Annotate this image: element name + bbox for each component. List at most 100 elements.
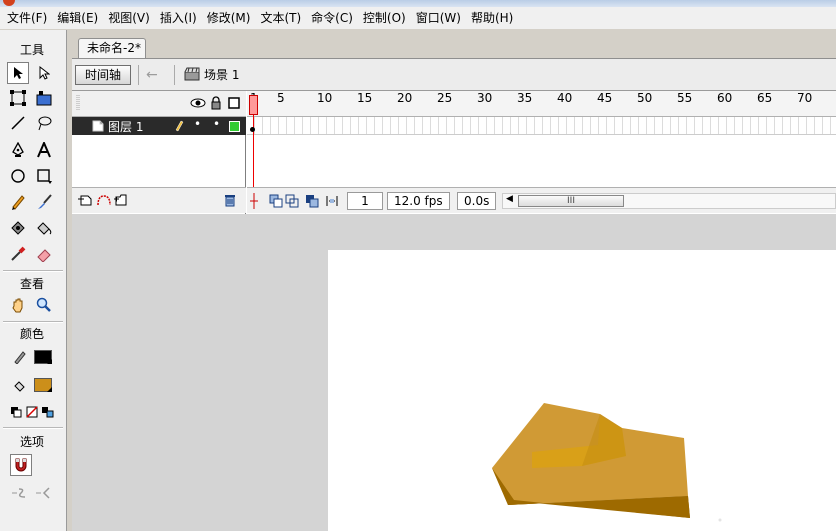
selection-tool[interactable] xyxy=(7,62,29,84)
subselection-tool[interactable] xyxy=(33,62,55,84)
swap-colors-icon xyxy=(42,407,54,418)
paint-bucket-tool[interactable] xyxy=(33,217,55,239)
ruler-tick: 70 xyxy=(797,91,813,105)
playhead[interactable] xyxy=(249,95,258,115)
fill-transform-tool[interactable] xyxy=(33,87,55,109)
magnifier-icon xyxy=(36,297,51,312)
insert-folder-icon[interactable] xyxy=(114,193,130,207)
insert-layer-icon[interactable] xyxy=(78,193,94,207)
trash-icon[interactable] xyxy=(224,193,236,207)
onion-skin-icon[interactable] xyxy=(269,194,283,208)
edit-pencil-icon xyxy=(175,120,184,132)
visibility-dot[interactable]: • xyxy=(194,117,201,131)
timeline-panel: 图层 1 • • 1 5 10 15 20 25 30 xyxy=(72,90,836,215)
menu-text[interactable]: 文本(T) xyxy=(255,7,306,29)
stroke-color-tool[interactable] xyxy=(9,346,31,368)
straighten-icon xyxy=(36,487,50,499)
frames-area[interactable]: 1 5 10 15 20 25 30 35 40 45 50 55 60 65 … xyxy=(247,91,836,215)
swap-colors-button[interactable] xyxy=(40,401,56,423)
current-frame-field[interactable]: 1 xyxy=(347,192,383,210)
frame-rate-field[interactable]: 12.0 fps xyxy=(387,192,450,210)
menu-edit[interactable]: 编辑(E) xyxy=(52,7,103,29)
modify-onion-markers-icon[interactable] xyxy=(325,194,339,208)
rectangle-tool[interactable] xyxy=(33,165,55,187)
onion-outlines-icon[interactable] xyxy=(285,194,299,208)
layer-icon xyxy=(92,120,104,132)
keyframe-dot[interactable] xyxy=(250,127,255,132)
outline-icon[interactable] xyxy=(228,97,240,109)
ruler-tick: 20 xyxy=(397,91,413,105)
lock-dot[interactable]: • xyxy=(213,117,220,131)
lock-icon[interactable] xyxy=(210,96,222,110)
menu-file[interactable]: 文件(F) xyxy=(2,7,52,29)
layers-footer xyxy=(72,187,246,213)
pasteboard[interactable] xyxy=(72,214,836,531)
line-tool[interactable] xyxy=(7,112,29,134)
menu-window[interactable]: 窗口(W) xyxy=(411,7,466,29)
menu-insert[interactable]: 插入(I) xyxy=(155,7,202,29)
oval-icon xyxy=(11,169,25,183)
elapsed-time-field: 0.0s xyxy=(457,192,497,210)
frame-row[interactable] xyxy=(247,117,836,135)
pen-tool[interactable] xyxy=(7,139,29,161)
stage-canvas[interactable] xyxy=(328,250,836,531)
magnet-icon xyxy=(15,458,27,472)
menu-modify[interactable]: 修改(M) xyxy=(202,7,256,29)
eye-icon[interactable] xyxy=(190,97,206,109)
brush-icon xyxy=(38,194,52,209)
layer-row[interactable]: 图层 1 • • xyxy=(72,117,246,135)
free-transform-tool[interactable] xyxy=(7,87,29,109)
zoom-tool[interactable] xyxy=(33,294,55,316)
default-colors-button[interactable] xyxy=(8,401,24,423)
timeline-horizontal-scrollbar[interactable]: ◀ III xyxy=(502,193,836,209)
edit-multiple-frames-icon[interactable] xyxy=(305,194,319,208)
eraser-tool[interactable] xyxy=(33,243,55,265)
lasso-tool[interactable] xyxy=(33,112,55,134)
layer-color-box-icon[interactable] xyxy=(229,121,240,132)
snap-to-objects-button[interactable] xyxy=(10,454,32,476)
hand-tool[interactable] xyxy=(7,294,29,316)
text-tool[interactable] xyxy=(33,139,55,161)
ruler-tick: 25 xyxy=(437,91,453,105)
no-color-button[interactable] xyxy=(24,401,40,423)
tools-panel: 工具 查看 颜色 选项 xyxy=(0,30,67,531)
scroll-left-arrow-icon[interactable]: ◀ xyxy=(506,194,513,204)
timeline-toggle-button[interactable]: 时间轴 xyxy=(75,65,131,85)
ruler-tick: 15 xyxy=(357,91,373,105)
options-header: 选项 xyxy=(19,435,44,449)
menu-control[interactable]: 控制(O) xyxy=(358,7,411,29)
fill-bucket-icon xyxy=(14,381,25,392)
eyedropper-icon xyxy=(11,246,26,261)
free-transform-icon xyxy=(10,90,26,106)
layer-name[interactable]: 图层 1 xyxy=(108,118,143,135)
eyedropper-tool[interactable] xyxy=(7,243,29,265)
center-frame-icon[interactable] xyxy=(249,193,259,209)
fill-color-swatch[interactable] xyxy=(34,378,52,392)
scroll-thumb[interactable]: III xyxy=(518,195,624,207)
frame-ruler[interactable]: 1 5 10 15 20 25 30 35 40 45 50 55 60 65 … xyxy=(247,91,836,117)
menu-help[interactable]: 帮助(H) xyxy=(466,7,518,29)
stroke-color-swatch[interactable] xyxy=(34,350,52,364)
menu-commands[interactable]: 命令(C) xyxy=(306,7,358,29)
layers-header xyxy=(72,91,246,117)
back-arrow-icon[interactable]: ← xyxy=(146,67,158,83)
edit-bar-separator xyxy=(138,65,139,85)
document-tab-strip: 未命名-2* xyxy=(72,30,836,58)
straighten-button[interactable] xyxy=(34,482,56,504)
rock-shape[interactable] xyxy=(328,250,836,531)
oval-tool[interactable] xyxy=(7,165,29,187)
brush-tool[interactable] xyxy=(33,191,55,213)
document-tab[interactable]: 未命名-2* xyxy=(78,38,146,58)
smooth-button[interactable] xyxy=(10,482,32,504)
arrow-icon xyxy=(14,67,23,79)
fill-color-tool[interactable] xyxy=(9,375,31,397)
ruler-tick: 55 xyxy=(677,91,693,105)
default-colors-icon xyxy=(11,407,22,418)
ink-bottle-tool[interactable] xyxy=(7,217,29,239)
pencil-tool[interactable] xyxy=(7,191,29,213)
menu-view[interactable]: 视图(V) xyxy=(103,7,155,29)
add-motion-guide-icon[interactable] xyxy=(96,193,112,207)
menu-bar: 文件(F) 编辑(E) 视图(V) 插入(I) 修改(M) 文本(T) 命令(C… xyxy=(0,7,836,29)
line-icon xyxy=(11,116,25,130)
scene-label[interactable]: 场景 1 xyxy=(204,66,239,83)
